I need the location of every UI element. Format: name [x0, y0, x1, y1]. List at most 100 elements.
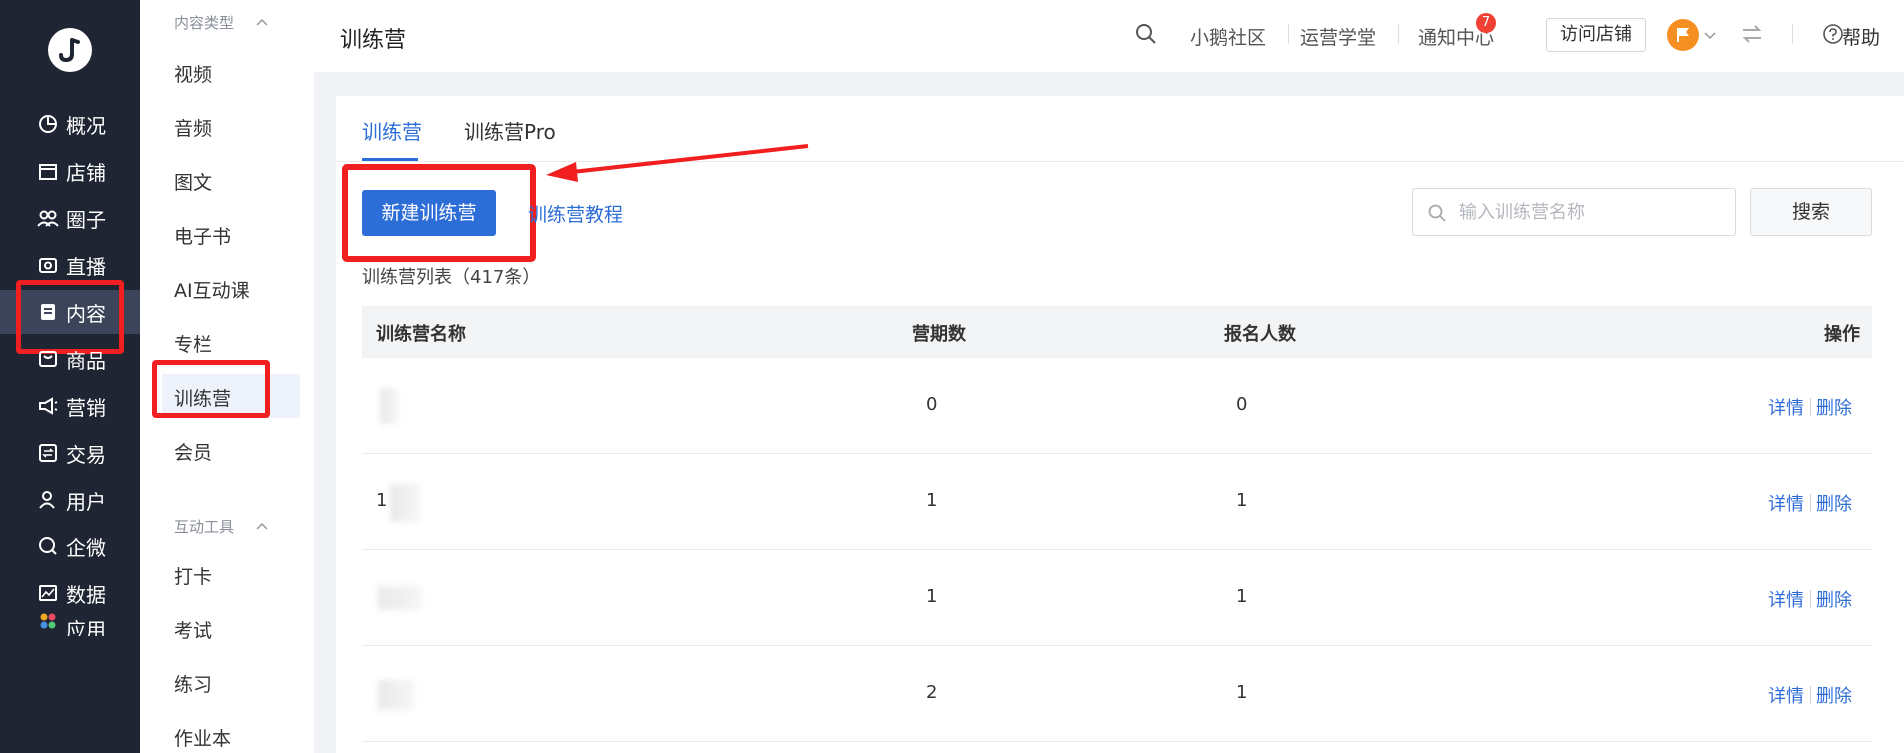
- search-button[interactable]: 搜索: [1750, 188, 1872, 236]
- flag-icon: [1677, 28, 1689, 42]
- tab-divider: [336, 161, 1904, 162]
- highlight-box: [342, 164, 536, 262]
- action-divider: [1810, 398, 1811, 416]
- user-icon: [36, 488, 60, 512]
- table-row: 0 0 详情 删除: [362, 358, 1872, 454]
- list-count: 训练营列表（417条）: [362, 267, 541, 288]
- store-icon: [36, 159, 60, 183]
- wecom-icon: [36, 534, 60, 558]
- delete-link[interactable]: 删除: [1816, 490, 1852, 516]
- signup-count: 1: [1236, 490, 1248, 511]
- delete-link[interactable]: 删除: [1816, 394, 1852, 420]
- megaphone-icon: [36, 394, 60, 418]
- help-circle-icon[interactable]: [1822, 23, 1844, 45]
- sub-item-exam[interactable]: 考试: [174, 616, 212, 643]
- detail-link[interactable]: 详情: [1768, 490, 1804, 516]
- page-title: 训练营: [340, 28, 407, 53]
- logo-icon: [59, 38, 80, 63]
- sub-item-video[interactable]: 视频: [174, 60, 212, 87]
- delete-link[interactable]: 删除: [1816, 586, 1852, 612]
- nav-item-product[interactable]: 商品: [0, 337, 140, 381]
- nav-item-label: 交易: [66, 442, 106, 467]
- header-divider: [1792, 24, 1793, 44]
- sub-item-practice[interactable]: 练习: [174, 670, 212, 697]
- exchange-icon: [36, 441, 60, 465]
- nav-item-circle[interactable]: 圈子: [0, 196, 140, 240]
- data-chart-icon: [36, 581, 60, 605]
- action-divider: [1810, 590, 1811, 608]
- signup-count: 1: [1236, 682, 1248, 703]
- action-divider: [1810, 494, 1811, 512]
- table-row: 1 1 1 详情 删除: [362, 454, 1872, 550]
- blurred-name: [380, 388, 398, 424]
- col-header-actions: 操作: [1824, 324, 1860, 345]
- search-icon: [1428, 204, 1446, 222]
- nav-item-label: 商品: [66, 348, 106, 373]
- nav-item-label: 用户: [66, 489, 106, 514]
- sub-group-interactive-tools[interactable]: 互动工具: [174, 516, 268, 537]
- nav-item-overview[interactable]: 概况: [0, 102, 140, 146]
- detail-link[interactable]: 详情: [1768, 682, 1804, 708]
- switch-icon[interactable]: [1740, 22, 1764, 46]
- search-field[interactable]: [1412, 188, 1736, 236]
- avatar[interactable]: [1667, 19, 1699, 51]
- chevron-up-icon: [256, 18, 268, 26]
- nav-item-apps[interactable]: 应用: [0, 606, 140, 636]
- camp-name: 1: [376, 490, 388, 511]
- table-row: 2 1 详情 删除: [362, 646, 1872, 742]
- product-box-icon: [36, 347, 60, 371]
- chevron-down-icon[interactable]: [1704, 31, 1716, 41]
- pie-chart-icon: [36, 112, 60, 136]
- sub-item-ebook[interactable]: 电子书: [174, 222, 231, 249]
- table-row: 1 1 详情 删除: [362, 550, 1872, 646]
- sub-group-content-types[interactable]: 内容类型: [174, 12, 268, 33]
- col-header-signups: 报名人数: [1224, 324, 1296, 345]
- header-divider: [1288, 24, 1289, 44]
- camp-tutorial-link[interactable]: 训练营教程: [528, 200, 623, 227]
- detail-link[interactable]: 详情: [1768, 586, 1804, 612]
- sub-item-homework[interactable]: 作业本: [174, 724, 231, 751]
- delete-link[interactable]: 删除: [1816, 682, 1852, 708]
- sub-group-label: 互动工具: [174, 518, 235, 536]
- tab-camp-pro[interactable]: 训练营Pro: [464, 116, 556, 145]
- sub-item-membership[interactable]: 会员: [174, 438, 212, 465]
- blurred-name: [390, 484, 420, 522]
- table-header: 训练营名称 营期数 报名人数 操作: [362, 306, 1872, 358]
- academy-link[interactable]: 运营学堂: [1300, 23, 1376, 50]
- nav-item-label: 店铺: [66, 160, 106, 185]
- nav-item-label: 概况: [66, 113, 106, 138]
- nav-item-label: 直播: [66, 254, 106, 279]
- sub-item-column[interactable]: 专栏: [174, 330, 212, 357]
- nav-item-store[interactable]: 店铺: [0, 149, 140, 193]
- nav-item-trade[interactable]: 交易: [0, 431, 140, 475]
- help-link[interactable]: 帮助: [1842, 23, 1880, 50]
- community-link[interactable]: 小鹅社区: [1190, 23, 1266, 50]
- nav-item-label: 企微: [66, 535, 106, 560]
- nav-item-label: 数据: [66, 582, 106, 607]
- blurred-name: [378, 586, 422, 610]
- live-camera-icon: [36, 253, 60, 277]
- period-count: 1: [926, 586, 938, 607]
- detail-link[interactable]: 详情: [1768, 394, 1804, 420]
- search-input[interactable]: [1459, 197, 1729, 227]
- nav-item-user[interactable]: 用户: [0, 478, 140, 522]
- app-logo[interactable]: [48, 28, 92, 72]
- group-icon: [36, 206, 60, 230]
- sub-item-ai-course[interactable]: AI互动课: [174, 276, 250, 303]
- sub-item-audio[interactable]: 音频: [174, 114, 212, 141]
- nav-item-wecom[interactable]: 企微: [0, 524, 140, 568]
- signup-count: 1: [1236, 586, 1248, 607]
- search-icon[interactable]: [1134, 22, 1158, 46]
- chevron-up-icon: [256, 522, 268, 530]
- nav-item-label: 圈子: [66, 207, 106, 232]
- tab-camp[interactable]: 训练营: [362, 116, 422, 145]
- nav-item-label: 营销: [66, 395, 106, 420]
- period-count: 2: [926, 682, 938, 703]
- sub-group-label: 内容类型: [174, 14, 235, 32]
- sub-item-checkin[interactable]: 打卡: [174, 562, 212, 589]
- nav-item-marketing[interactable]: 营销: [0, 384, 140, 428]
- visit-store-button[interactable]: 访问店铺: [1546, 18, 1646, 52]
- nav-item-label: 应用: [66, 617, 106, 637]
- nav-item-content[interactable]: 内容: [0, 280, 140, 354]
- sub-item-article[interactable]: 图文: [174, 168, 212, 195]
